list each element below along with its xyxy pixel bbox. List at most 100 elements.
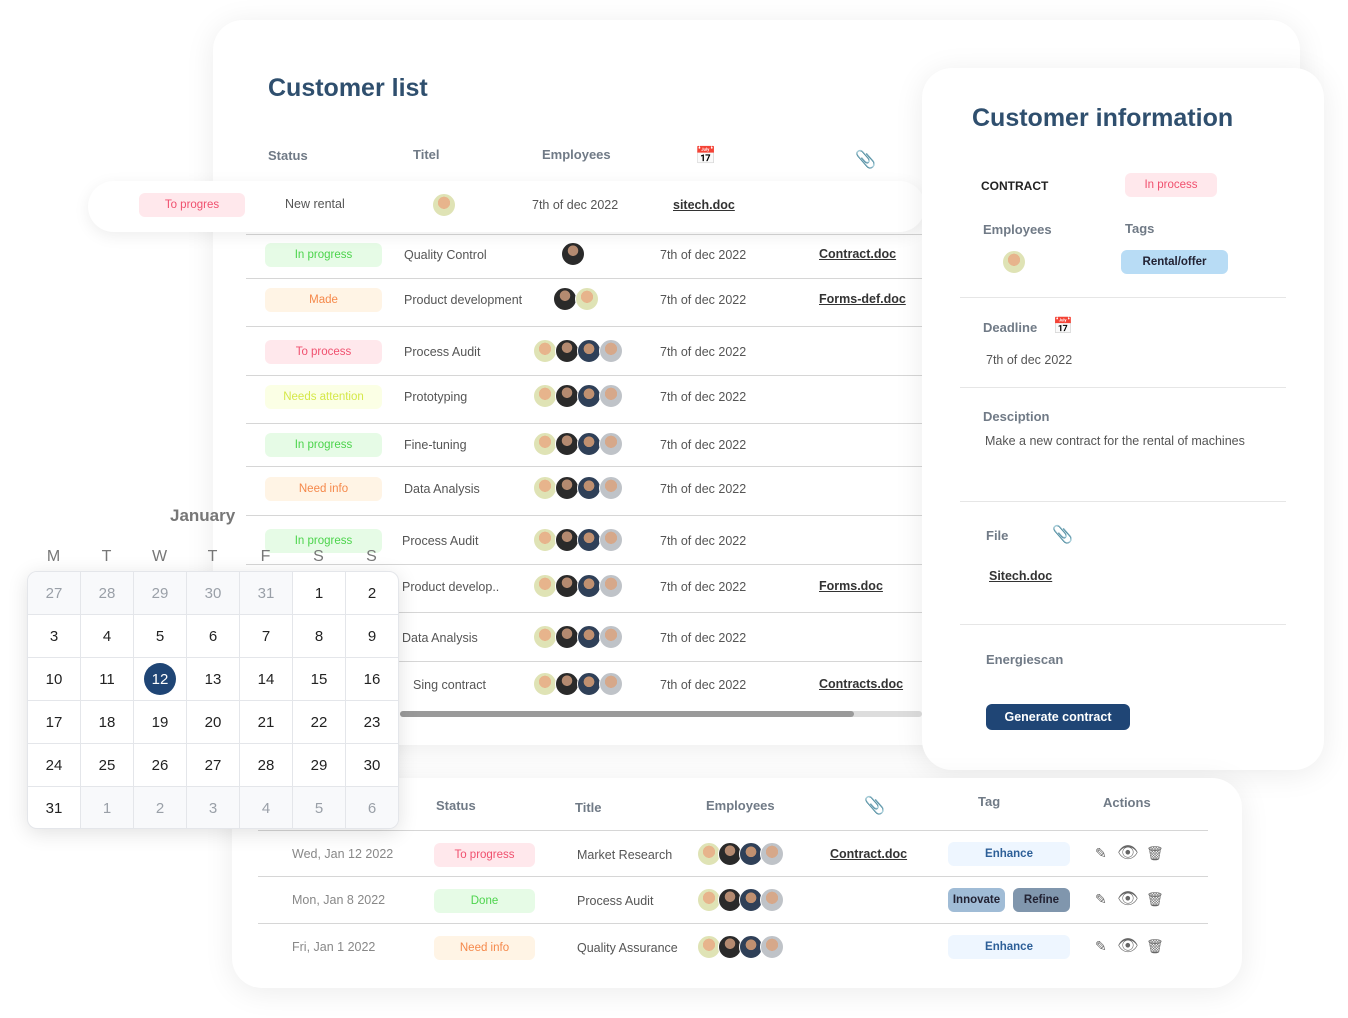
header-actions[interactable]: Actions — [1103, 795, 1151, 810]
calendar-day[interactable]: 31 — [240, 572, 293, 615]
calendar-day[interactable]: 29 — [293, 744, 346, 787]
tag-badge[interactable]: Enhance — [948, 935, 1070, 959]
header-employees[interactable]: Employees — [706, 798, 775, 813]
calendar-day[interactable]: 1 — [81, 787, 134, 828]
avatar — [555, 384, 579, 408]
calendar-day[interactable]: 14 — [240, 658, 293, 701]
file-link[interactable]: sitech.doc — [673, 198, 735, 212]
tag-badge[interactable]: Refine — [1013, 888, 1070, 912]
calendar-day[interactable]: 4 — [240, 787, 293, 828]
avatar — [577, 625, 601, 649]
calendar-day[interactable]: 10 — [28, 658, 81, 701]
calendar-day[interactable]: 24 — [28, 744, 81, 787]
calendar-day[interactable]: 8 — [293, 615, 346, 658]
row-divider — [246, 375, 922, 376]
edit-icon[interactable]: ✎ — [1095, 891, 1107, 908]
view-icon[interactable]: 👁 — [1117, 936, 1139, 956]
calendar-day[interactable]: 31 — [28, 787, 81, 828]
header-employees[interactable]: Employees — [542, 147, 611, 162]
delete-icon[interactable]: 🗑 — [1146, 938, 1164, 955]
calendar-day[interactable]: 28 — [240, 744, 293, 787]
calendar-day[interactable]: 16 — [346, 658, 398, 701]
delete-icon[interactable]: 🗑 — [1146, 891, 1164, 908]
edit-icon[interactable]: ✎ — [1095, 845, 1107, 862]
horizontal-scrollbar[interactable] — [400, 711, 922, 717]
view-icon[interactable]: 👁 — [1117, 843, 1139, 863]
calendar-day[interactable]: 5 — [293, 787, 346, 828]
avatar — [577, 672, 601, 696]
calendar-day[interactable]: 12 — [134, 658, 187, 701]
calendar-day[interactable]: 23 — [346, 701, 398, 744]
calendar-day[interactable]: 21 — [240, 701, 293, 744]
calendar-day[interactable]: 2 — [134, 787, 187, 828]
header-status[interactable]: Status — [268, 148, 308, 163]
highlighted-row[interactable]: To progres New rental 7th of dec 2022 si… — [88, 181, 925, 232]
calendar-day[interactable]: 13 — [187, 658, 240, 701]
view-icon[interactable]: 👁 — [1117, 889, 1139, 909]
day-number: 10 — [45, 670, 63, 688]
header-title[interactable]: Titel — [413, 147, 440, 162]
file-link[interactable]: Contract.doc — [830, 847, 907, 861]
header-status[interactable]: Status — [436, 798, 476, 813]
file-link[interactable]: Forms.doc — [819, 579, 883, 593]
calendar-day[interactable]: 20 — [187, 701, 240, 744]
edit-icon[interactable]: ✎ — [1095, 938, 1107, 955]
calendar-day[interactable]: 7 — [240, 615, 293, 658]
status-badge: Need info — [265, 477, 382, 501]
calendar-day[interactable]: 28 — [81, 572, 134, 615]
day-number: 4 — [102, 627, 112, 645]
calendar-day[interactable]: 15 — [293, 658, 346, 701]
paperclip-icon[interactable]: 📎 — [1052, 525, 1073, 545]
calendar-day[interactable]: 19 — [134, 701, 187, 744]
row-title: Data Analysis — [402, 631, 478, 645]
file-link[interactable]: Forms-def.doc — [819, 292, 906, 306]
avatar — [561, 242, 585, 266]
delete-icon[interactable]: 🗑 — [1146, 845, 1164, 862]
calendar-day[interactable]: 27 — [28, 572, 81, 615]
calendar-day[interactable]: 3 — [187, 787, 240, 828]
header-title[interactable]: Title — [575, 800, 602, 815]
scrollbar-thumb[interactable] — [400, 711, 855, 717]
day-number: 31 — [45, 799, 63, 817]
tag-badge[interactable]: Enhance — [948, 842, 1070, 866]
file-link[interactable]: Contracts.doc — [819, 677, 903, 691]
calendar-day[interactable]: 26 — [134, 744, 187, 787]
divider — [960, 297, 1286, 298]
day-number: 30 — [204, 584, 222, 602]
row-date: Fri, Jan 1 2022 — [292, 940, 376, 954]
paperclip-icon[interactable]: 📎 — [864, 796, 885, 816]
day-number: 1 — [314, 584, 324, 602]
generate-contract-button[interactable]: Generate contract — [986, 704, 1130, 730]
calendar-day[interactable]: 11 — [81, 658, 134, 701]
calendar-icon[interactable]: 📅 — [695, 146, 716, 166]
header-tag[interactable]: Tag — [978, 794, 1000, 809]
calendar-icon[interactable]: 📅 — [1053, 316, 1073, 336]
day-number: 26 — [151, 756, 169, 774]
row-date: Mon, Jan 8 2022 — [292, 893, 386, 907]
avatar — [533, 574, 557, 598]
paperclip-icon[interactable]: 📎 — [855, 150, 876, 170]
avatar — [599, 476, 623, 500]
calendar-day[interactable]: 1 — [293, 572, 346, 615]
tag-badge[interactable]: Rental/offer — [1121, 250, 1228, 274]
calendar-day[interactable]: 22 — [293, 701, 346, 744]
file-link[interactable]: Sitech.doc — [989, 569, 1052, 583]
energiescan-label: Energiescan — [986, 652, 1064, 667]
calendar-day[interactable]: 9 — [346, 615, 398, 658]
calendar-day[interactable]: 25 — [81, 744, 134, 787]
calendar-day[interactable]: 6 — [346, 787, 398, 828]
calendar-day[interactable]: 30 — [346, 744, 398, 787]
calendar-day[interactable]: 18 — [81, 701, 134, 744]
calendar-day[interactable]: 17 — [28, 701, 81, 744]
calendar-day[interactable]: 29 — [134, 572, 187, 615]
calendar-day[interactable]: 6 — [187, 615, 240, 658]
calendar-day[interactable]: 5 — [134, 615, 187, 658]
row-title: Quality Control — [404, 248, 487, 262]
calendar-day[interactable]: 3 — [28, 615, 81, 658]
calendar-day[interactable]: 30 — [187, 572, 240, 615]
tag-badge[interactable]: Innovate — [948, 888, 1005, 912]
calendar-day[interactable]: 27 — [187, 744, 240, 787]
file-link[interactable]: Contract.doc — [819, 247, 896, 261]
calendar-day[interactable]: 2 — [346, 572, 398, 615]
calendar-day[interactable]: 4 — [81, 615, 134, 658]
